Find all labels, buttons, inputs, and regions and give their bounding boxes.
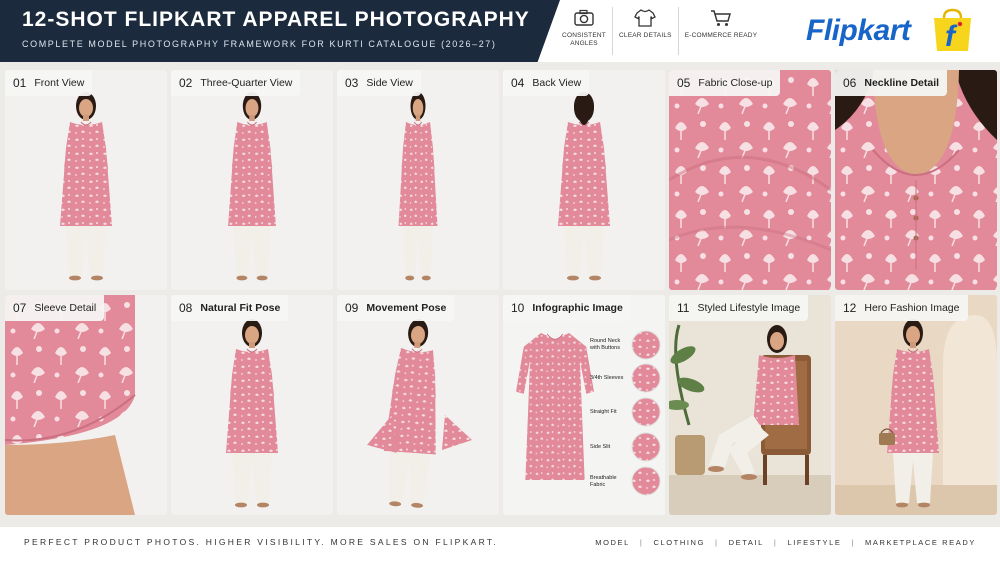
infographic-label: Straight Fit xyxy=(590,409,617,415)
footer-category: MARKETPLACE READY xyxy=(865,538,976,547)
shot-title: Styled Lifestyle Image xyxy=(697,302,801,314)
divider: | xyxy=(851,538,856,547)
shot-title: Neckline Detail xyxy=(864,77,940,89)
infographic-label: Breathable Fabric xyxy=(590,475,617,488)
footer-tagline: PERFECT PRODUCT PHOTOS. HIGHER VISIBILIT… xyxy=(24,537,499,547)
flipkart-bag-icon: f xyxy=(934,8,971,53)
shot-title: Three-Quarter View xyxy=(200,77,293,89)
movement-pose-photo xyxy=(337,295,499,515)
shot-tile-sleeve-detail: 07 Sleeve Detail xyxy=(5,295,167,515)
infographic-photo xyxy=(503,295,665,515)
page-title: 12-SHOT FLIPKART APPAREL PHOTOGRAPHY xyxy=(22,8,530,31)
header: 12-SHOT FLIPKART APPAREL PHOTOGRAPHY COM… xyxy=(0,0,1000,62)
shot-tile-styled-lifestyle: 11 Styled Lifestyle Image xyxy=(669,295,831,515)
back-view-photo xyxy=(503,70,665,290)
shot-tile-side-view: 03 Side View xyxy=(337,70,499,290)
shot-tile-neckline-detail: 06 Neckline Detail xyxy=(835,70,997,290)
shot-label: 10 Infographic Image xyxy=(503,295,631,321)
footer-category: LIFESTYLE xyxy=(787,538,842,547)
shot-tile-fabric-closeup: 05 Fabric Close-up xyxy=(669,70,831,290)
shot-title: Hero Fashion Image xyxy=(864,302,960,314)
shot-number: 12 xyxy=(843,301,857,315)
hero-fashion-photo xyxy=(835,295,997,515)
shot-title: Fabric Close-up xyxy=(698,77,773,89)
shot-title: Infographic Image xyxy=(532,302,623,314)
feature-ecommerce-ready: E-COMMERCE READY xyxy=(679,7,764,55)
shot-label: 04 Back View xyxy=(503,70,590,96)
infographic-label: 3/4th Sleeves xyxy=(590,375,624,381)
shot-title: Side View xyxy=(366,77,413,89)
shot-label: 07 Sleeve Detail xyxy=(5,295,105,321)
shot-tile-natural-fit-pose: 08 Natural Fit Pose xyxy=(171,295,333,515)
shot-label: 09 Movement Pose xyxy=(337,295,455,321)
feature-list: CONSISTENT ANGLES CLEAR DETAILS E-COMMER… xyxy=(556,0,782,62)
shot-label: 12 Hero Fashion Image xyxy=(835,295,968,321)
camera-icon xyxy=(573,7,595,29)
shot-title: Sleeve Detail xyxy=(34,302,97,314)
natural-fit-pose-photo xyxy=(171,295,333,515)
shot-number: 04 xyxy=(511,76,525,90)
shot-tile-three-quarter-view: 02 Three-Quarter View xyxy=(171,70,333,290)
front-view-photo xyxy=(5,70,167,290)
shot-label: 05 Fabric Close-up xyxy=(669,70,781,96)
shot-number: 06 xyxy=(843,76,857,90)
shot-tile-infographic: Round Neck with Buttons 3/4th Sleeves St… xyxy=(503,295,665,515)
shot-number: 03 xyxy=(345,76,359,90)
flipkart-logo-text: Flipkart xyxy=(806,14,911,47)
feature-clear-details: CLEAR DETAILS xyxy=(613,7,679,55)
tshirt-icon xyxy=(634,7,657,29)
three-quarter-view-photo xyxy=(171,70,333,290)
fabric-closeup-photo xyxy=(669,70,831,290)
shot-label: 01 Front View xyxy=(5,70,93,96)
side-view-photo xyxy=(337,70,499,290)
footer-category: DETAIL xyxy=(728,538,764,547)
shot-title: Natural Fit Pose xyxy=(200,302,281,314)
shot-tile-movement-pose: 09 Movement Pose xyxy=(337,295,499,515)
shot-label: 11 Styled Lifestyle Image xyxy=(669,295,809,321)
divider: | xyxy=(715,538,719,547)
shot-label: 03 Side View xyxy=(337,70,421,96)
shot-title: Back View xyxy=(532,77,582,89)
sleeve-detail-photo xyxy=(5,295,167,515)
shot-label: 02 Three-Quarter View xyxy=(171,70,301,96)
footer-category: CLOTHING xyxy=(653,538,706,547)
shot-number: 11 xyxy=(677,301,690,315)
shot-label: 06 Neckline Detail xyxy=(835,70,948,96)
shot-number: 09 xyxy=(345,301,359,315)
footer-category: MODEL xyxy=(595,538,630,547)
infographic-label: Round Neck with Buttons xyxy=(590,338,621,351)
shot-number: 10 xyxy=(511,301,525,315)
shot-title: Front View xyxy=(34,77,85,89)
feature-label: CLEAR DETAILS xyxy=(619,32,672,39)
divider: | xyxy=(639,538,644,547)
shot-label: 08 Natural Fit Pose xyxy=(171,295,289,321)
shot-tile-hero-fashion: 12 Hero Fashion Image xyxy=(835,295,997,515)
shot-tile-back-view: 04 Back View xyxy=(503,70,665,290)
styled-lifestyle-photo xyxy=(669,295,831,515)
footer-categories: MODEL | CLOTHING | DETAIL | LIFESTYLE | … xyxy=(595,538,976,547)
footer: PERFECT PRODUCT PHOTOS. HIGHER VISIBILIT… xyxy=(0,527,1000,563)
feature-label: E-COMMERCE READY xyxy=(684,32,758,39)
shot-number: 07 xyxy=(13,301,27,315)
shot-number: 08 xyxy=(179,301,193,315)
infographic-label: Side Slit xyxy=(590,444,611,450)
page-subtitle: COMPLETE MODEL PHOTOGRAPHY FRAMEWORK FOR… xyxy=(22,39,497,49)
shot-grid: 01 Front View 02 Three-Quarter View 03 S… xyxy=(5,70,997,515)
feature-label: CONSISTENT ANGLES xyxy=(562,32,606,47)
shot-number: 05 xyxy=(677,76,691,90)
shot-number: 01 xyxy=(13,76,27,90)
shot-number: 02 xyxy=(179,76,193,90)
neckline-detail-photo xyxy=(835,70,997,290)
shot-tile-front-view: 01 Front View xyxy=(5,70,167,290)
cart-icon xyxy=(710,7,732,29)
feature-consistent-angles: CONSISTENT ANGLES xyxy=(556,7,613,55)
divider: | xyxy=(773,538,778,547)
shot-title: Movement Pose xyxy=(366,302,447,314)
